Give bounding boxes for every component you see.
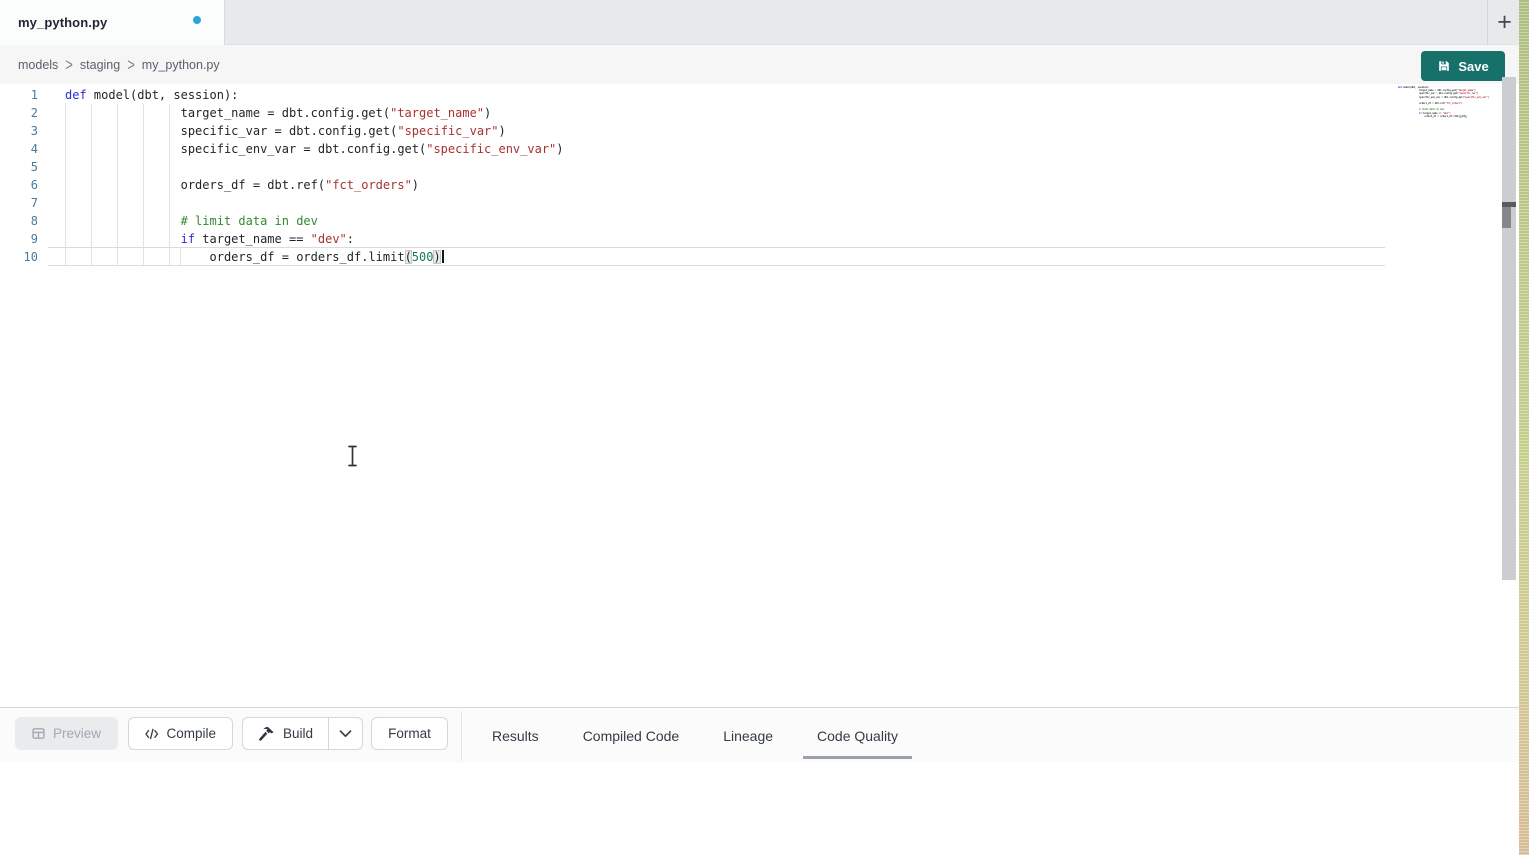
- code-line[interactable]: # limit data in dev: [65, 212, 564, 230]
- code-line[interactable]: def model(dbt, session):: [65, 86, 564, 104]
- tab-code-quality[interactable]: Code Quality: [795, 708, 920, 764]
- chevron-right-icon: >: [65, 54, 73, 74]
- breadcrumb-item[interactable]: my_python.py: [142, 58, 220, 72]
- new-tab-button[interactable]: +: [1490, 0, 1519, 45]
- minimap[interactable]: def model(dbt, session): target_name = d…: [1398, 86, 1478, 118]
- code-line[interactable]: [65, 158, 564, 176]
- preview-button[interactable]: Preview: [15, 717, 118, 750]
- file-tab-label: my_python.py: [18, 15, 107, 30]
- minimap-line: orders_df = orders_df.limit(500): [1398, 115, 1478, 118]
- breadcrumb-bar: models > staging > my_python.py Save: [0, 45, 1519, 84]
- code-editor[interactable]: 12345678910 def model(dbt, session): tar…: [0, 84, 1519, 707]
- table-grid-icon: [32, 726, 45, 741]
- panel-tabs: ResultsCompiled CodeLineageCode Quality: [470, 708, 920, 764]
- save-button-label: Save: [1458, 59, 1488, 74]
- code-line[interactable]: orders_df = orders_df.limit(500): [65, 248, 564, 266]
- toolbar-divider: [461, 711, 462, 761]
- code-line[interactable]: specific_env_var = dbt.config.get("speci…: [65, 140, 564, 158]
- build-button[interactable]: Build: [243, 718, 328, 749]
- breadcrumb: models > staging > my_python.py: [18, 45, 220, 84]
- line-number: 5: [0, 158, 38, 176]
- build-split-button: Build: [242, 717, 363, 750]
- tab-compiled-code[interactable]: Compiled Code: [561, 708, 702, 764]
- breadcrumb-item[interactable]: staging: [80, 58, 120, 72]
- line-number: 8: [0, 212, 38, 230]
- line-number: 7: [0, 194, 38, 212]
- gutter: 12345678910: [0, 86, 38, 266]
- breadcrumb-item[interactable]: models: [18, 58, 58, 72]
- compile-button-label: Compile: [166, 726, 216, 741]
- code-brackets-icon: [145, 727, 158, 741]
- tab-bar: my_python.py +: [0, 0, 1519, 45]
- line-number: 3: [0, 122, 38, 140]
- file-tab-my-python[interactable]: my_python.py: [0, 0, 225, 45]
- format-button-label: Format: [388, 726, 431, 741]
- scrollbar-thumb[interactable]: [1502, 207, 1511, 228]
- line-number: 1: [0, 86, 38, 104]
- tabbar-divider: [1487, 0, 1488, 45]
- mouse-ibeam-cursor: [346, 445, 359, 467]
- line-number: 2: [0, 104, 38, 122]
- build-options-button[interactable]: [328, 718, 362, 749]
- chevron-down-icon: [339, 730, 352, 738]
- tab-lineage[interactable]: Lineage: [701, 708, 795, 764]
- minimap-content: def model(dbt, session): target_name = d…: [1398, 86, 1478, 118]
- text-caret: [442, 250, 444, 263]
- preview-button-label: Preview: [53, 726, 101, 741]
- line-number: 10: [0, 248, 38, 266]
- hammer-icon: [258, 726, 275, 742]
- plus-icon: +: [1497, 10, 1512, 35]
- code-line[interactable]: specific_var = dbt.config.get("specific_…: [65, 122, 564, 140]
- save-button[interactable]: Save: [1421, 51, 1505, 81]
- desktop-edge-strip: [1519, 0, 1529, 855]
- code-line[interactable]: if target_name == "dev":: [65, 230, 564, 248]
- line-number: 9: [0, 230, 38, 248]
- line-number: 6: [0, 176, 38, 194]
- code-line[interactable]: target_name = dbt.config.get("target_nam…: [65, 104, 564, 122]
- floppy-disk-icon: [1437, 59, 1451, 73]
- ide-window: my_python.py + models > staging > my_python.…: [0, 0, 1529, 855]
- chevron-right-icon: >: [127, 54, 135, 74]
- code-line[interactable]: orders_df = dbt.ref("fct_orders"): [65, 176, 564, 194]
- build-button-label: Build: [283, 726, 313, 741]
- unsaved-indicator-icon: [193, 16, 201, 24]
- bottom-toolbar: Preview Compile Build: [0, 707, 1519, 763]
- code-quality-panel: [0, 763, 1519, 855]
- tab-results[interactable]: Results: [470, 708, 561, 764]
- line-number: 4: [0, 140, 38, 158]
- format-button[interactable]: Format: [371, 717, 448, 750]
- vertical-scrollbar[interactable]: [1502, 77, 1516, 580]
- minimap-line: specific_env_var = dbt.config.get("speci…: [1398, 96, 1478, 99]
- compile-button[interactable]: Compile: [128, 717, 233, 750]
- code-line[interactable]: [65, 194, 564, 212]
- code-lines: def model(dbt, session): target_name = d…: [65, 86, 564, 266]
